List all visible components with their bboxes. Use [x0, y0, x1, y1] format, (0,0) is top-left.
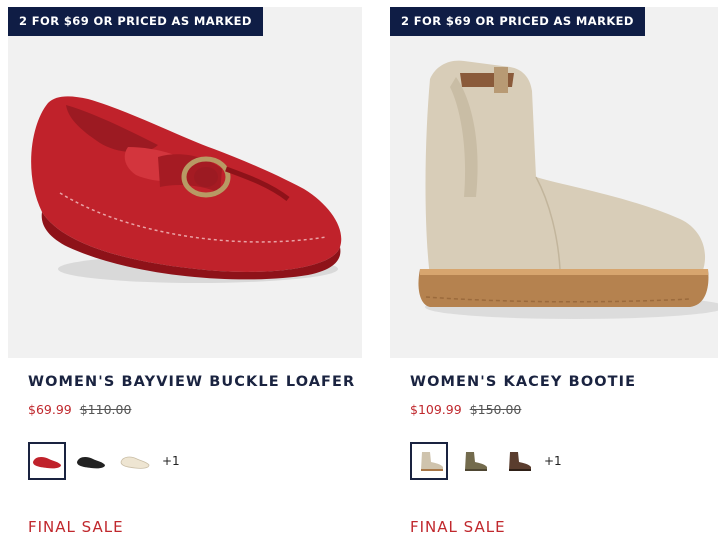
- loafer-thumbnail-icon: [120, 456, 150, 469]
- more-colors-link[interactable]: +1: [544, 454, 562, 468]
- color-swatches: +1: [410, 441, 562, 481]
- promo-badge: 2 FOR $69 OR PRICED AS MARKED: [390, 7, 645, 36]
- brown-bootie-swatch[interactable]: [498, 442, 536, 480]
- color-swatches: +1: [28, 441, 180, 481]
- sale-price: $69.99: [28, 402, 72, 417]
- promo-badge: 2 FOR $69 OR PRICED AS MARKED: [8, 7, 263, 36]
- red-loafer-swatch[interactable]: [28, 442, 66, 480]
- product-card[interactable]: 2 FOR $69 OR PRICED AS MARKED WOMEN'S BA…: [8, 0, 362, 558]
- product-card[interactable]: 2 FOR $69 OR PRICED AS MARKED WOMEN'S KA…: [390, 0, 718, 558]
- bootie-thumbnail-icon: [465, 452, 487, 471]
- final-sale-label: FINAL SALE: [410, 518, 506, 536]
- price-block: $109.99 $150.00: [410, 402, 521, 417]
- original-price: $150.00: [469, 402, 522, 417]
- bootie-thumbnail-icon: [509, 452, 531, 471]
- product-title[interactable]: WOMEN'S BAYVIEW BUCKLE LOAFER: [28, 374, 355, 390]
- product-title[interactable]: WOMEN'S KACEY BOOTIE: [410, 374, 636, 390]
- red-loafer-image: [31, 96, 342, 283]
- loafer-thumbnail-icon: [77, 457, 105, 469]
- olive-bootie-swatch[interactable]: [454, 442, 492, 480]
- black-loafer-swatch[interactable]: [72, 442, 110, 480]
- product-image[interactable]: 2 FOR $69 OR PRICED AS MARKED: [390, 7, 718, 358]
- price-block: $69.99 $110.00: [28, 402, 131, 417]
- cream-loafer-swatch[interactable]: [116, 442, 154, 480]
- sale-price: $109.99: [410, 402, 462, 417]
- final-sale-label: FINAL SALE: [28, 518, 124, 536]
- bootie-thumbnail-icon: [421, 452, 443, 471]
- original-price: $110.00: [79, 402, 132, 417]
- loafer-thumbnail-icon: [33, 457, 61, 469]
- more-colors-link[interactable]: +1: [162, 454, 180, 468]
- taupe-bootie-swatch[interactable]: [410, 442, 448, 480]
- taupe-bootie-image: [418, 60, 718, 319]
- product-image[interactable]: 2 FOR $69 OR PRICED AS MARKED: [8, 7, 362, 358]
